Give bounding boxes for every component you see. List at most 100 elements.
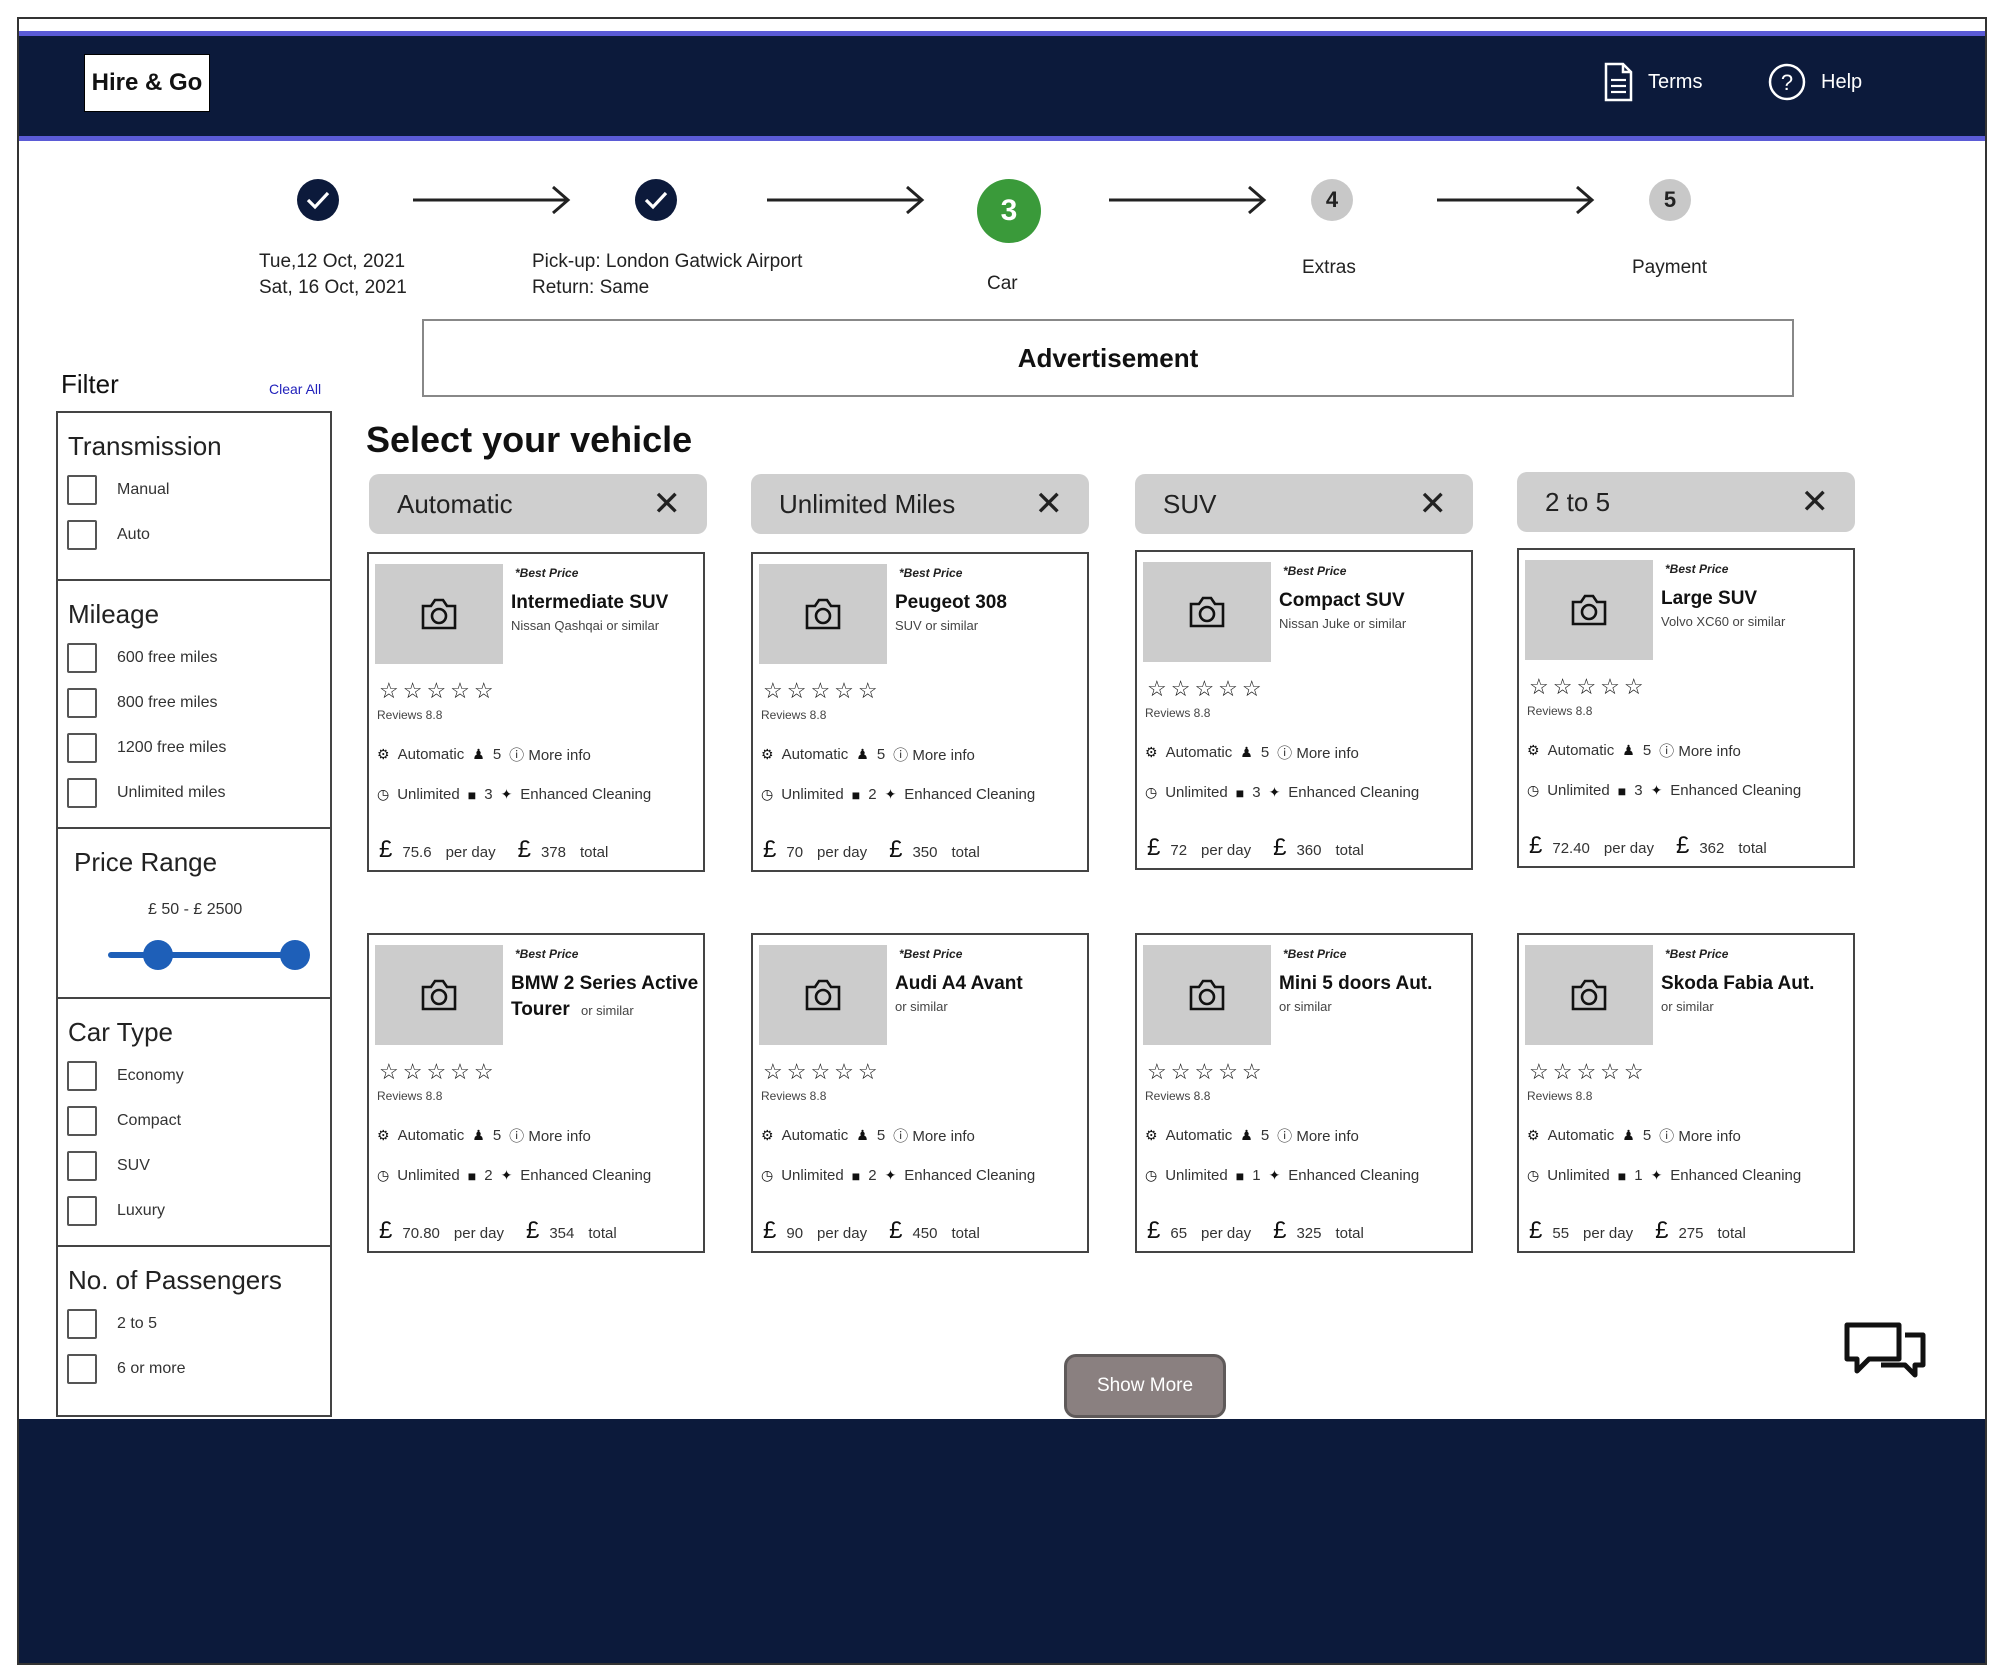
gearbox-icon: ⚙ (1145, 744, 1158, 760)
best-price-tag: *Best Price (515, 566, 579, 580)
price-slider-min-handle[interactable] (143, 940, 173, 970)
advertisement-banner[interactable]: Advertisement (422, 319, 1794, 397)
filter-option[interactable]: 6 or more (67, 1354, 185, 1384)
gearbox-icon: ⚙ (1527, 1127, 1540, 1143)
pound-sign: £ (1273, 834, 1287, 861)
filter-option[interactable]: Luxury (67, 1196, 165, 1226)
show-more-button[interactable]: Show More (1064, 1354, 1226, 1418)
filter-option[interactable]: Compact (67, 1106, 181, 1136)
checkbox[interactable] (67, 778, 97, 808)
help-link[interactable]: ? Help (1767, 62, 1862, 102)
option-label: Auto (117, 526, 150, 543)
checkbox[interactable] (67, 1309, 97, 1339)
more-info-link[interactable]: ⓘ More info (509, 1125, 591, 1146)
camera-icon (759, 564, 887, 664)
checkbox[interactable] (67, 475, 97, 505)
price-slider-track[interactable] (108, 952, 292, 958)
checkbox[interactable] (67, 520, 97, 550)
step-3-label: Car (987, 273, 1018, 294)
rating-stars: ☆☆☆☆☆ (763, 1059, 882, 1084)
close-icon[interactable]: ✕ (1419, 487, 1448, 521)
filter-option[interactable]: Economy (67, 1061, 184, 1091)
checkbox[interactable] (67, 1354, 97, 1384)
active-filter-chip[interactable]: Unlimited Miles ✕ (751, 474, 1089, 534)
step-4-circle[interactable]: 4 (1311, 179, 1353, 221)
spec-row: ◷ Unlimited ■ 3 ✦ Enhanced Cleaning (377, 786, 651, 803)
checkbox[interactable] (67, 733, 97, 763)
total-label: total (951, 844, 980, 861)
active-filter-chip[interactable]: 2 to 5 ✕ (1517, 472, 1855, 532)
spec-row: ⚙ Automatic ♟ 5 ⓘ More info (377, 1125, 591, 1146)
step-3-active[interactable]: 3 (977, 179, 1041, 243)
filter-option[interactable]: 1200 free miles (67, 733, 226, 763)
vehicle-card[interactable]: *Best Price BMW 2 Series Active Tourer o… (367, 933, 705, 1253)
close-icon[interactable]: ✕ (653, 487, 682, 521)
mileage: Unlimited (397, 1167, 460, 1184)
vehicle-card[interactable]: *Best Price Skoda Fabia Aut. or similar … (1517, 933, 1855, 1253)
vehicle-card[interactable]: *Best Price Mini 5 doors Aut. or similar… (1135, 933, 1473, 1253)
vehicle-card[interactable]: *Best Price Audi A4 Avant or similar ☆☆☆… (751, 933, 1089, 1253)
pound-sign: £ (1655, 1217, 1669, 1244)
vehicle-card[interactable]: *Best Price Large SUV Volvo XC60 or simi… (1517, 548, 1855, 868)
vehicle-card[interactable]: *Best Price Compact SUV Nissan Juke or s… (1135, 550, 1473, 870)
filter-option[interactable]: Unlimited miles (67, 778, 225, 808)
filter-option[interactable]: 2 to 5 (67, 1309, 157, 1339)
vehicle-card[interactable]: *Best Price Intermediate SUV Nissan Qash… (367, 552, 705, 872)
checkbox[interactable] (67, 1106, 97, 1136)
checkbox[interactable] (67, 688, 97, 718)
more-info-link[interactable]: ⓘ More info (1659, 1125, 1741, 1146)
chip-label: SUV (1163, 488, 1217, 519)
pound-sign: £ (763, 1217, 777, 1244)
checkbox[interactable] (67, 1196, 97, 1226)
price-total: 378 (540, 844, 566, 861)
filter-option[interactable]: 600 free miles (67, 643, 218, 673)
step-1-dates: Tue,12 Oct, 2021 Sat, 16 Oct, 2021 (259, 249, 407, 301)
gauge-icon: ◷ (1527, 782, 1540, 798)
step-5-circle[interactable]: 5 (1649, 179, 1691, 221)
close-icon[interactable]: ✕ (1801, 485, 1830, 519)
clear-all-link[interactable]: Clear All (269, 381, 321, 397)
camera-icon (1525, 945, 1653, 1045)
gearbox-icon: ⚙ (377, 1127, 390, 1143)
camera-icon (375, 945, 503, 1045)
seats: 5 (1642, 1127, 1652, 1144)
luggage-icon: ■ (1235, 784, 1245, 801)
more-info-link[interactable]: ⓘ More info (1659, 740, 1741, 761)
pound-sign: £ (1675, 832, 1690, 859)
filter-option[interactable]: Manual (67, 475, 169, 505)
active-filter-chip[interactable]: Automatic ✕ (369, 474, 707, 534)
price-slider-max-handle[interactable] (280, 940, 310, 970)
seat-icon: ♟ (856, 1127, 869, 1143)
more-info-link[interactable]: ⓘ More info (1277, 1125, 1359, 1146)
terms-link[interactable]: Terms (1602, 62, 1702, 102)
checkbox[interactable] (67, 1061, 97, 1091)
checkbox[interactable] (67, 643, 97, 673)
spray-icon: ✦ (1650, 782, 1663, 798)
more-info-link[interactable]: ⓘ More info (893, 744, 975, 765)
logo[interactable]: Hire & Go (84, 54, 210, 112)
close-icon[interactable]: ✕ (1035, 487, 1064, 521)
active-filter-chip[interactable]: SUV ✕ (1135, 474, 1473, 534)
pound-sign: £ (379, 1217, 393, 1244)
pickup-date: Tue,12 Oct, 2021 (259, 251, 406, 272)
vehicle-card[interactable]: *Best Price Peugeot 308 SUV or similar ☆… (751, 552, 1089, 872)
step-5-label: Payment (1632, 257, 1707, 278)
checkbox[interactable] (67, 1151, 97, 1181)
more-info-label: More info (912, 747, 975, 764)
seats: 5 (876, 1127, 886, 1144)
bags: 1 (1252, 1167, 1261, 1184)
step-2-check-icon[interactable] (635, 179, 677, 221)
filter-option[interactable]: 800 free miles (67, 688, 218, 718)
filter-option[interactable]: Auto (67, 520, 150, 550)
more-info-link[interactable]: ⓘ More info (1277, 742, 1359, 763)
step-1-check-icon[interactable] (297, 179, 339, 221)
more-info-label: More info (1678, 1128, 1741, 1145)
more-info-link[interactable]: ⓘ More info (509, 744, 591, 765)
more-info-link[interactable]: ⓘ More info (893, 1125, 975, 1146)
price-per-day: 70 (786, 844, 804, 861)
chat-bubbles-icon[interactable] (1841, 1319, 1931, 1394)
filter-option[interactable]: SUV (67, 1151, 150, 1181)
car-name: Audi A4 Avant (895, 973, 1023, 994)
help-label: Help (1821, 70, 1863, 93)
page-title: Select your vehicle (366, 419, 693, 460)
